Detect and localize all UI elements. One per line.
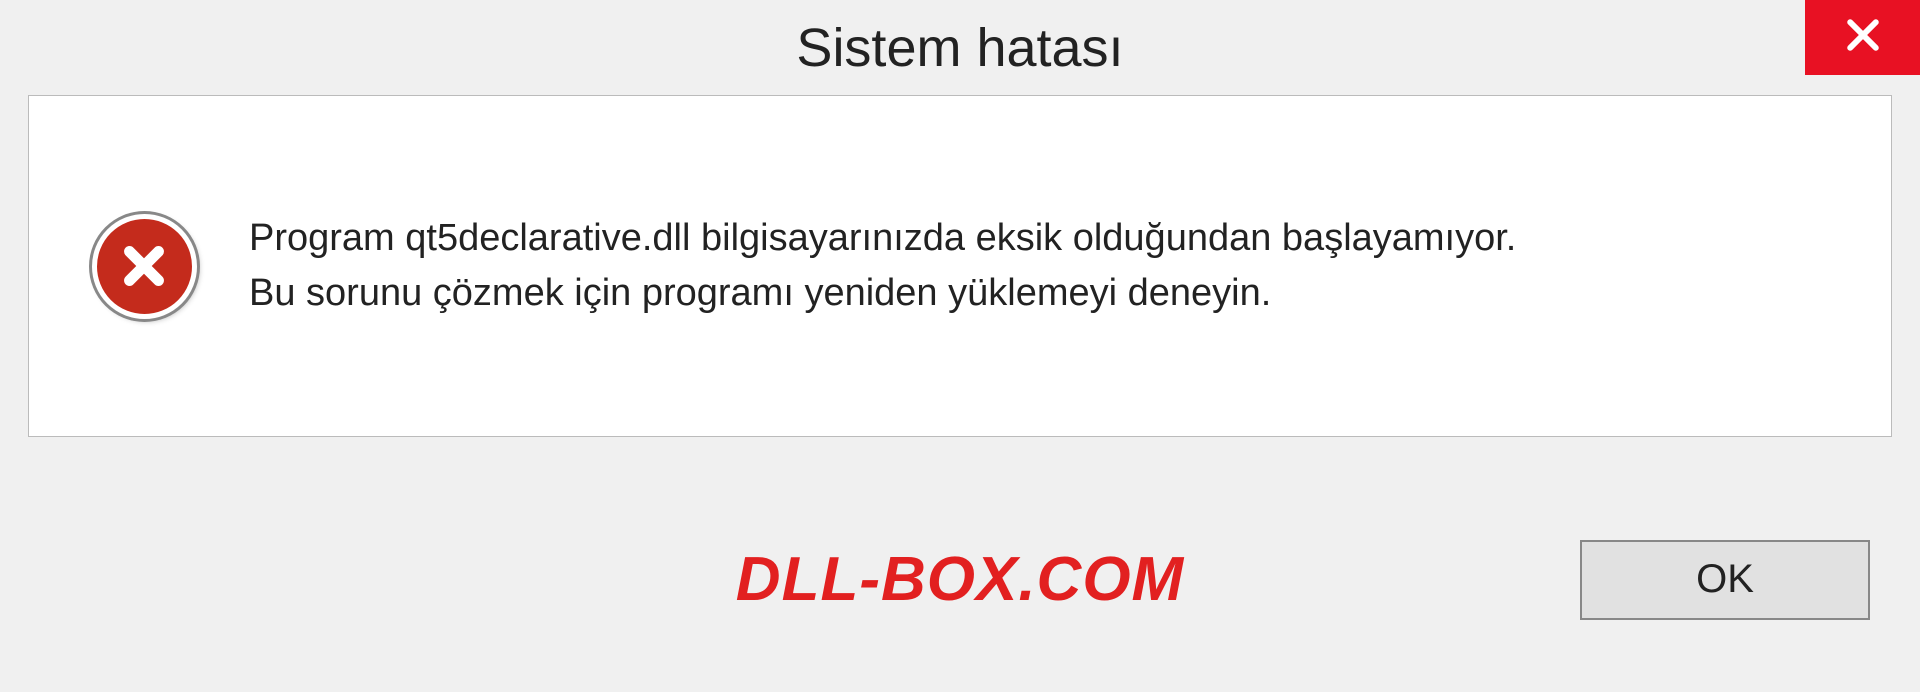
close-button[interactable] [1805, 0, 1920, 75]
close-icon [1841, 13, 1885, 62]
title-bar: Sistem hatası [0, 0, 1920, 95]
dialog-title: Sistem hatası [796, 17, 1123, 79]
ok-button[interactable]: OK [1580, 540, 1870, 620]
message-line-1: Program qt5declarative.dll bilgisayarını… [249, 211, 1831, 266]
message-line-2: Bu sorunu çözmek için programı yeniden y… [249, 266, 1831, 321]
error-icon [92, 214, 197, 319]
error-message: Program qt5declarative.dll bilgisayarını… [249, 211, 1831, 321]
watermark-text: DLL-BOX.COM [736, 544, 1184, 615]
footer-bar: DLL-BOX.COM OK [0, 497, 1920, 692]
error-icon-wrapper [89, 211, 199, 321]
content-panel: Program qt5declarative.dll bilgisayarını… [28, 95, 1892, 437]
error-dialog: Sistem hatası Program qt5declarative.dll… [0, 0, 1920, 692]
